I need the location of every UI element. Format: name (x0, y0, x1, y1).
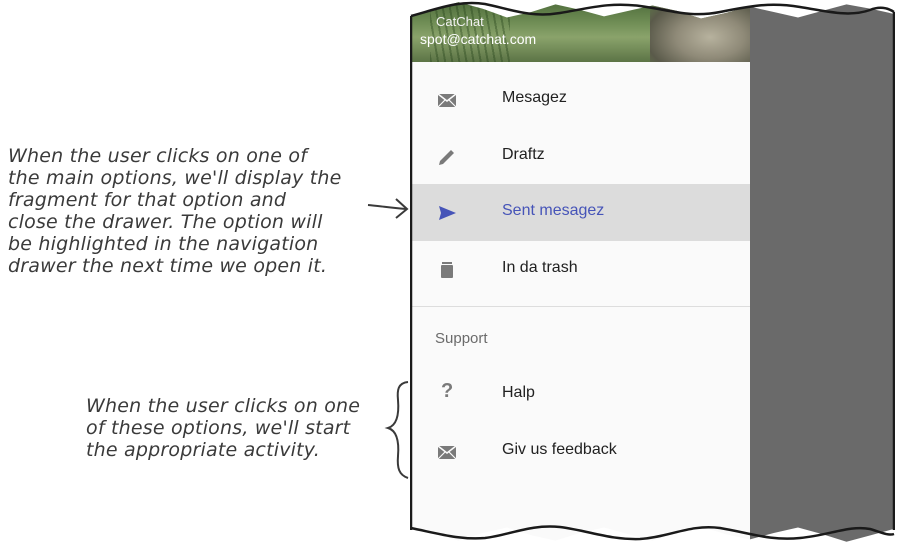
header-email: spot@catchat.com (420, 31, 537, 47)
nav-item-label: Mesagez (502, 89, 567, 106)
drawer-scrim[interactable] (750, 2, 895, 542)
nav-item-label: Sent mesagez (502, 202, 605, 219)
nav-item-label: Halp (502, 384, 535, 401)
send-icon (439, 206, 456, 220)
nav-item-giv-us-feedback[interactable]: Giv us feedback (410, 423, 750, 480)
nav-item-label: In da trash (502, 259, 578, 276)
header-name: CatChat (436, 14, 484, 29)
support-subheader: Support (435, 330, 488, 347)
navigation-drawer: CatChat spot@catchat.com Mesagez Draftz … (410, 2, 750, 542)
pencil-icon (439, 150, 454, 165)
mail-icon (437, 93, 457, 108)
nav-item-mesagez[interactable]: Mesagez (410, 71, 750, 128)
mail-icon (437, 445, 457, 460)
trash-icon (441, 262, 453, 278)
help-icon: ? (441, 380, 454, 402)
nav-item-in-da-trash[interactable]: In da trash (410, 241, 750, 298)
device-screen: CatChat spot@catchat.com Mesagez Draftz … (410, 2, 895, 542)
nav-item-label: Draftz (502, 146, 545, 163)
nav-item-sent-mesagez[interactable]: Sent mesagez (410, 184, 750, 241)
nav-item-draftz[interactable]: Draftz (410, 128, 750, 185)
nav-item-label: Giv us feedback (502, 441, 617, 458)
arrow-icon (367, 204, 407, 210)
curly-brace-icon (384, 381, 409, 479)
nav-item-halp[interactable]: ? Halp (410, 366, 750, 423)
drawer-divider (410, 306, 750, 307)
